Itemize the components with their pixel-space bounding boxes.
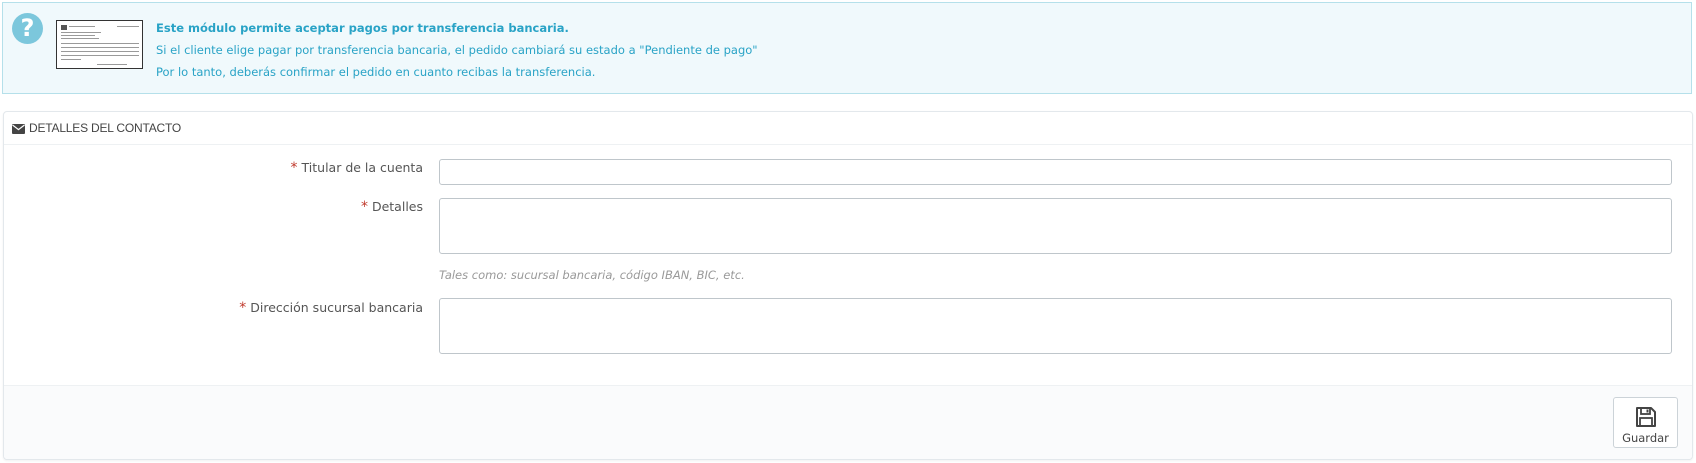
floppy-disk-icon	[1636, 407, 1656, 427]
account-owner-input[interactable]	[439, 159, 1672, 185]
bank-address-textarea[interactable]	[439, 298, 1672, 354]
panel-footer: Guardar	[4, 385, 1692, 459]
envelope-icon	[12, 124, 25, 134]
module-info-box: ? Este módulo permite aceptar pagos por …	[2, 2, 1692, 94]
address-label: * Dirección sucursal bancaria	[239, 300, 423, 316]
details-label: * Detalles	[361, 199, 423, 215]
address-label-text: Dirección sucursal bancaria	[250, 300, 423, 315]
module-info-text: Este módulo permite aceptar pagos por tr…	[156, 20, 758, 86]
question-circle-icon: ?	[12, 13, 43, 44]
required-mark: *	[360, 199, 368, 215]
owner-label: * Titular de la cuenta	[291, 160, 423, 176]
info-line: Si el cliente elige pagar por transferen…	[156, 43, 758, 57]
details-label-text: Detalles	[371, 199, 423, 214]
bank-transfer-preview-image	[56, 20, 143, 69]
required-mark: *	[239, 300, 247, 316]
panel-heading: DETALLES DEL CONTACTO	[4, 112, 1692, 145]
contact-details-panel: DETALLES DEL CONTACTO * Titular de la cue…	[3, 111, 1693, 460]
save-button-label: Guardar	[1622, 431, 1669, 445]
required-mark: *	[290, 160, 298, 176]
info-line: Por lo tanto, deberás confirmar el pedid…	[156, 65, 596, 79]
save-button[interactable]: Guardar	[1613, 397, 1678, 448]
details-textarea[interactable]	[439, 198, 1672, 254]
panel-title: DETALLES DEL CONTACTO	[29, 121, 182, 135]
info-lead: Este módulo permite aceptar pagos por tr…	[156, 21, 569, 35]
owner-label-text: Titular de la cuenta	[301, 160, 423, 175]
details-help-text: Tales como: sucursal bancaria, código IB…	[439, 268, 745, 282]
